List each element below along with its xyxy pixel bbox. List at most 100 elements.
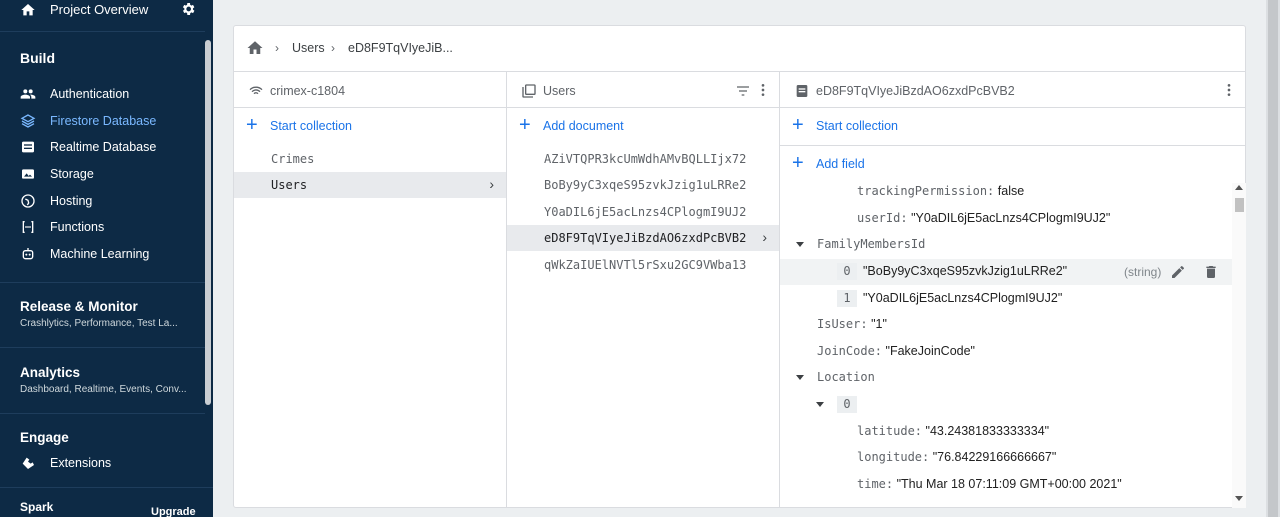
page-scrollbar[interactable] — [1266, 0, 1280, 517]
document-id: eD8F9TqVIyeJiBzdAO6zxdPcBVB2 — [544, 231, 747, 245]
action-label: Start collection — [816, 119, 898, 133]
field-key: trackingPermission: — [857, 184, 995, 198]
list-item[interactable]: AZiVTQPR3kcUmWdhAMvBQLLIjx72 — [507, 146, 779, 172]
plan-bar: Spark Upgrade — [0, 487, 213, 517]
storage-icon — [22, 169, 34, 179]
field-time[interactable]: time: "Thu Mar 18 07:11:09 GMT+00:00 202… — [857, 477, 1122, 491]
release-monitor-title[interactable]: Release & Monitor — [20, 299, 138, 314]
list-item[interactable]: Y0aDIL6jE5acLnzs4CPlogmI9UJ2 — [507, 199, 779, 225]
sidebar-item-firestore[interactable]: Firestore Database — [0, 108, 205, 134]
array-item[interactable]: 0 "BoBy9yC3xqeS95zvkJzig1uLRRe2" — [837, 263, 1067, 280]
breadcrumb-item[interactable]: eD8F9TqVIyeJiB... — [348, 41, 453, 55]
collection-icon — [522, 84, 536, 98]
home-icon[interactable] — [20, 2, 36, 18]
divider — [0, 282, 205, 283]
edit-icon[interactable] — [1170, 264, 1186, 280]
list-item[interactable]: Users › — [234, 172, 506, 198]
array-index: 0 — [837, 396, 857, 413]
gear-icon[interactable] — [180, 1, 196, 17]
sidebar: Project Overview Build Authentication Fi… — [0, 0, 213, 517]
collapse-triangle-icon[interactable] — [816, 402, 824, 407]
column-header: eD8F9TqVIyeJiBzdAO6zxdPcBVB2 — [780, 72, 1245, 108]
home-icon[interactable] — [246, 39, 264, 57]
field-key: FamilyMembersId — [817, 237, 926, 251]
release-monitor-subtitle: Crashlytics, Performance, Test La... — [20, 318, 178, 329]
scroll-down-icon[interactable] — [1235, 496, 1243, 501]
scroll-up-icon[interactable] — [1235, 185, 1243, 190]
sidebar-scrollbar[interactable] — [205, 40, 211, 405]
collection-column: Users + Add document AZiVTQPR3kcUmWdhAMv… — [507, 72, 780, 507]
globe-icon — [21, 194, 35, 208]
project-overview-link[interactable]: Project Overview — [50, 2, 148, 17]
sidebar-item-authentication[interactable]: Authentication — [0, 81, 205, 107]
list-item[interactable]: Crimes — [234, 146, 506, 172]
field-user-id[interactable]: userId: "Y0aDIL6jE5acLnzs4CPlogmI9UJ2" — [857, 211, 1110, 225]
chevron-right-icon: › — [331, 41, 335, 55]
start-collection-button[interactable]: + Start collection — [780, 114, 1245, 138]
sidebar-item-realtime-db[interactable]: Realtime Database — [0, 134, 205, 160]
more-vert-icon[interactable] — [755, 82, 771, 98]
array-item[interactable]: 1 "Y0aDIL6jE5acLnzs4CPlogmI9UJ2" — [837, 290, 1062, 307]
action-label: Start collection — [270, 119, 352, 133]
field-value: "FakeJoinCode" — [885, 344, 975, 358]
plus-icon: + — [519, 114, 531, 136]
list-item[interactable]: qWkZaIUElNVTl5rSxu2GC9VWba13 — [507, 252, 779, 278]
action-label: Add field — [816, 157, 865, 171]
list-item[interactable]: eD8F9TqVIyeJiBzdAO6zxdPcBVB2 › — [507, 225, 779, 251]
field-value: "Y0aDIL6jE5acLnzs4CPlogmI9UJ2" — [863, 291, 1063, 305]
fields-scrollbar[interactable] — [1232, 183, 1246, 508]
filter-icon[interactable] — [735, 83, 751, 99]
users-icon — [20, 89, 36, 99]
breadcrumb-item[interactable]: Users — [292, 41, 325, 55]
field-is-user[interactable]: IsUser: "1" — [817, 317, 887, 331]
chevron-right-icon: › — [489, 176, 494, 192]
analytics-subtitle: Dashboard, Realtime, Events, Conv... — [20, 384, 187, 395]
build-section-title[interactable]: Build — [20, 50, 55, 66]
sidebar-item-label: Authentication — [50, 87, 130, 101]
sidebar-item-extensions[interactable]: Extensions — [0, 450, 205, 476]
collapse-triangle-icon[interactable] — [796, 375, 804, 380]
upgrade-button[interactable]: Upgrade — [151, 506, 196, 517]
collection-name: Users — [543, 84, 576, 98]
field-join-code[interactable]: JoinCode: "FakeJoinCode" — [817, 344, 975, 358]
sidebar-item-hosting[interactable]: Hosting — [0, 188, 205, 214]
field-family-members[interactable]: FamilyMembersId — [817, 237, 925, 251]
scroll-thumb[interactable] — [1235, 198, 1244, 212]
collection-name: Crimes — [271, 152, 315, 166]
field-value: "Thu Mar 18 07:11:09 GMT+00:00 2021" — [896, 477, 1122, 491]
sidebar-item-storage[interactable]: Storage — [0, 161, 205, 187]
field-value: "Y0aDIL6jE5acLnzs4CPlogmI9UJ2" — [911, 211, 1111, 225]
field-location[interactable]: Location — [817, 370, 875, 384]
field-longitude[interactable]: longitude: "76.84229166666667" — [857, 450, 1056, 464]
chevron-right-icon: › — [762, 229, 767, 245]
array-item[interactable]: 0 — [837, 396, 863, 413]
functions-icon — [22, 221, 34, 233]
more-vert-icon[interactable] — [1221, 82, 1237, 98]
document-icon — [796, 85, 808, 97]
list-item[interactable]: BoBy9yC3xqeS95zvkJzig1uLRRe2 — [507, 172, 779, 198]
plan-name: Spark — [20, 500, 54, 514]
analytics-title[interactable]: Analytics — [20, 365, 80, 380]
sidebar-item-ml[interactable]: Machine Learning — [0, 241, 205, 267]
field-tracking-permission[interactable]: trackingPermission: false — [857, 184, 1024, 198]
field-latitude[interactable]: latitude: "43.24381833333334" — [857, 424, 1049, 438]
divider — [0, 347, 205, 348]
add-document-button[interactable]: + Add document — [507, 114, 780, 138]
sidebar-item-label: Firestore Database — [50, 114, 157, 128]
engage-title[interactable]: Engage — [20, 430, 69, 445]
collection-name: Users — [271, 178, 308, 192]
scroll-thumb[interactable] — [1268, 0, 1278, 517]
field-type: (string) — [1124, 265, 1162, 279]
start-collection-button[interactable]: + Start collection — [234, 114, 507, 138]
column-header: Users — [507, 72, 779, 108]
sidebar-item-label: Realtime Database — [50, 140, 157, 154]
plus-icon: + — [792, 114, 804, 136]
sidebar-item-functions[interactable]: Functions — [0, 214, 205, 240]
add-field-button[interactable]: + Add field — [780, 152, 1245, 176]
field-key: JoinCode: — [817, 344, 883, 358]
delete-icon[interactable] — [1203, 264, 1219, 280]
collapse-triangle-icon[interactable] — [796, 242, 804, 247]
divider — [0, 413, 205, 414]
field-key: Location — [817, 370, 875, 384]
firestore-icon — [20, 114, 36, 128]
